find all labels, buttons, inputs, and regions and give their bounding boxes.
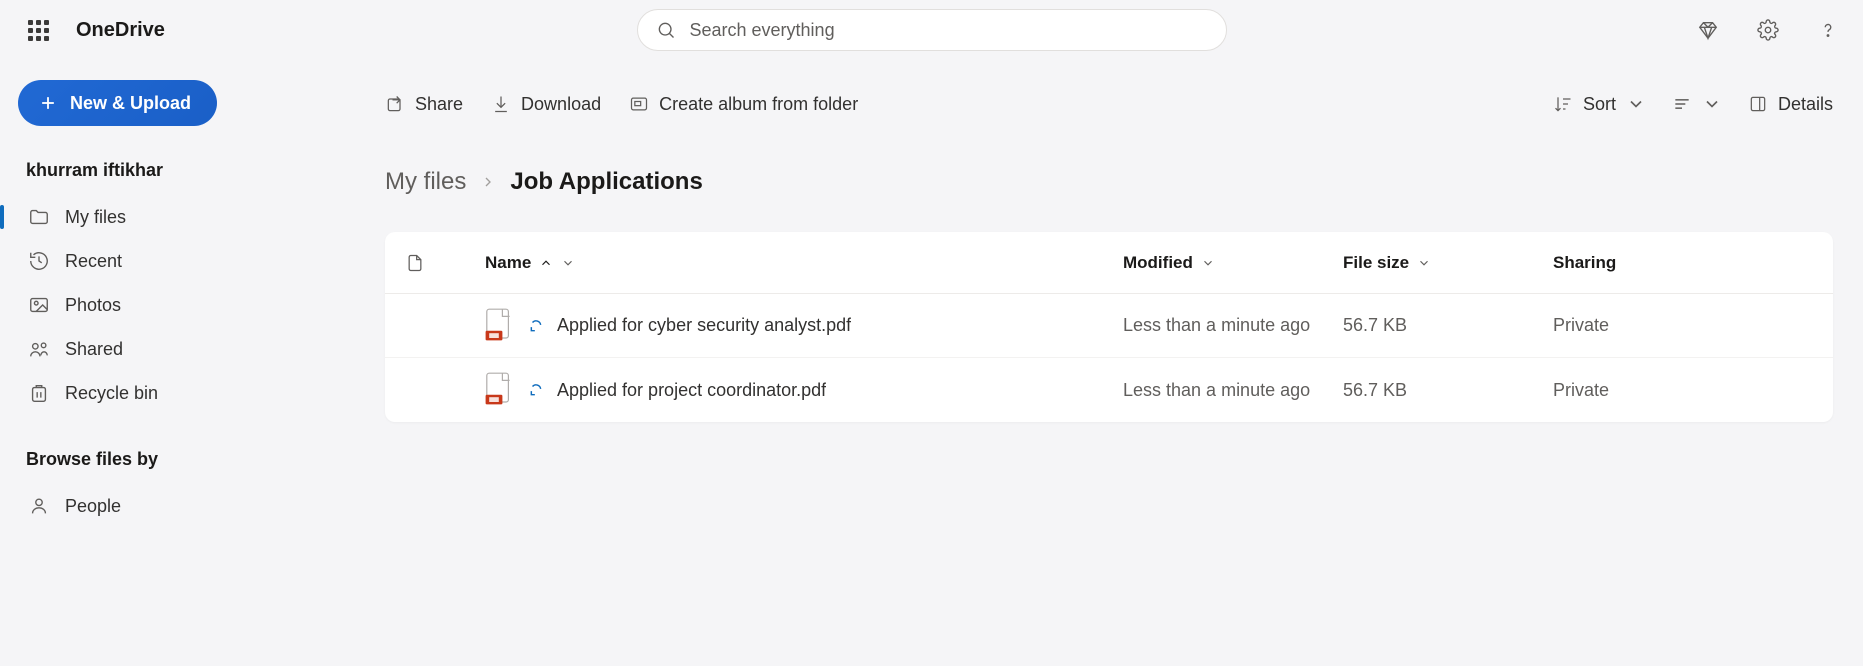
sidebar-item-label: My files [65, 207, 126, 228]
column-name[interactable]: Name [485, 253, 1123, 273]
column-modified[interactable]: Modified [1123, 253, 1343, 273]
sidebar-item-shared[interactable]: Shared [18, 327, 347, 371]
user-heading: khurram iftikhar [26, 160, 339, 181]
create-album-label: Create album from folder [659, 94, 858, 115]
details-button[interactable]: Details [1748, 94, 1833, 115]
album-icon [629, 94, 649, 114]
download-label: Download [521, 94, 601, 115]
plus-icon [38, 93, 58, 113]
file-list: Name Modified File size Sharing [385, 232, 1833, 422]
search-input[interactable] [690, 20, 1208, 41]
header-actions [1691, 13, 1845, 47]
sort-icon [1553, 94, 1573, 114]
share-button[interactable]: Share [385, 94, 463, 115]
person-icon [28, 495, 50, 517]
sidebar-item-label: Photos [65, 295, 121, 316]
sidebar-item-label: Shared [65, 339, 123, 360]
column-filesize[interactable]: File size [1343, 253, 1553, 273]
column-sharing[interactable]: Sharing [1553, 253, 1813, 273]
pdf-icon [485, 372, 515, 408]
command-bar: Share Download Create album from folder … [385, 80, 1833, 128]
file-row[interactable]: Applied for project coordinator.pdf Less… [385, 358, 1833, 422]
column-filesize-label: File size [1343, 253, 1409, 273]
sync-icon [529, 383, 543, 397]
create-album-button[interactable]: Create album from folder [629, 94, 858, 115]
sidebar-item-label: Recycle bin [65, 383, 158, 404]
sidebar-item-recyclebin[interactable]: Recycle bin [18, 371, 347, 415]
sidebar-item-label: Recent [65, 251, 122, 272]
column-name-label: Name [485, 253, 531, 273]
file-size: 56.7 KB [1343, 380, 1553, 401]
pdf-icon [485, 308, 515, 344]
recycle-icon [28, 382, 50, 404]
view-button[interactable] [1672, 94, 1722, 114]
breadcrumb-current: Job Applications [510, 168, 702, 196]
share-label: Share [415, 94, 463, 115]
sidebar: New & Upload khurram iftikhar My files R… [0, 60, 365, 666]
search-icon [656, 20, 676, 40]
breadcrumb-parent[interactable]: My files [385, 168, 466, 196]
file-sharing: Private [1553, 380, 1813, 401]
file-icon [405, 251, 425, 275]
chevron-down-icon [1201, 256, 1215, 270]
chevron-down-icon [561, 256, 575, 270]
share-icon [385, 94, 405, 114]
app-header: OneDrive [0, 0, 1863, 60]
breadcrumb: My files Job Applications [385, 168, 1833, 196]
column-select[interactable] [405, 251, 485, 275]
sidebar-item-label: People [65, 496, 121, 517]
chevron-down-icon [1626, 94, 1646, 114]
waffle-icon [28, 20, 49, 41]
file-modified: Less than a minute ago [1123, 315, 1343, 336]
settings-icon[interactable] [1751, 13, 1785, 47]
sidebar-item-recent[interactable]: Recent [18, 239, 347, 283]
search-box[interactable] [637, 9, 1227, 51]
sidebar-item-photos[interactable]: Photos [18, 283, 347, 327]
file-name: Applied for project coordinator.pdf [557, 380, 826, 401]
main-content: Share Download Create album from folder … [365, 60, 1863, 666]
download-icon [491, 94, 511, 114]
premium-icon[interactable] [1691, 13, 1725, 47]
file-sharing: Private [1553, 315, 1813, 336]
column-modified-label: Modified [1123, 253, 1193, 273]
chevron-down-icon [1702, 94, 1722, 114]
browse-heading: Browse files by [26, 449, 339, 470]
download-button[interactable]: Download [491, 94, 601, 115]
file-modified: Less than a minute ago [1123, 380, 1343, 401]
sidebar-item-people[interactable]: People [18, 484, 347, 528]
help-icon[interactable] [1811, 13, 1845, 47]
photos-icon [28, 294, 50, 316]
file-list-header: Name Modified File size Sharing [385, 232, 1833, 294]
brand-title: OneDrive [76, 19, 165, 42]
folder-icon [28, 206, 50, 228]
column-sharing-label: Sharing [1553, 253, 1616, 273]
sort-label: Sort [1583, 94, 1616, 115]
sort-asc-icon [539, 256, 553, 270]
sort-button[interactable]: Sort [1553, 94, 1646, 115]
new-upload-label: New & Upload [70, 93, 191, 114]
sync-icon [529, 319, 543, 333]
file-size: 56.7 KB [1343, 315, 1553, 336]
chevron-right-icon [480, 174, 496, 190]
sidebar-item-myfiles[interactable]: My files [18, 195, 347, 239]
details-icon [1748, 94, 1768, 114]
chevron-down-icon [1417, 256, 1431, 270]
list-view-icon [1672, 94, 1692, 114]
recent-icon [28, 250, 50, 272]
details-label: Details [1778, 94, 1833, 115]
app-launcher-icon[interactable] [18, 10, 58, 50]
file-name: Applied for cyber security analyst.pdf [557, 315, 851, 336]
new-upload-button[interactable]: New & Upload [18, 80, 217, 126]
search-container [637, 9, 1227, 51]
file-row[interactable]: Applied for cyber security analyst.pdf L… [385, 294, 1833, 358]
shared-icon [28, 338, 50, 360]
